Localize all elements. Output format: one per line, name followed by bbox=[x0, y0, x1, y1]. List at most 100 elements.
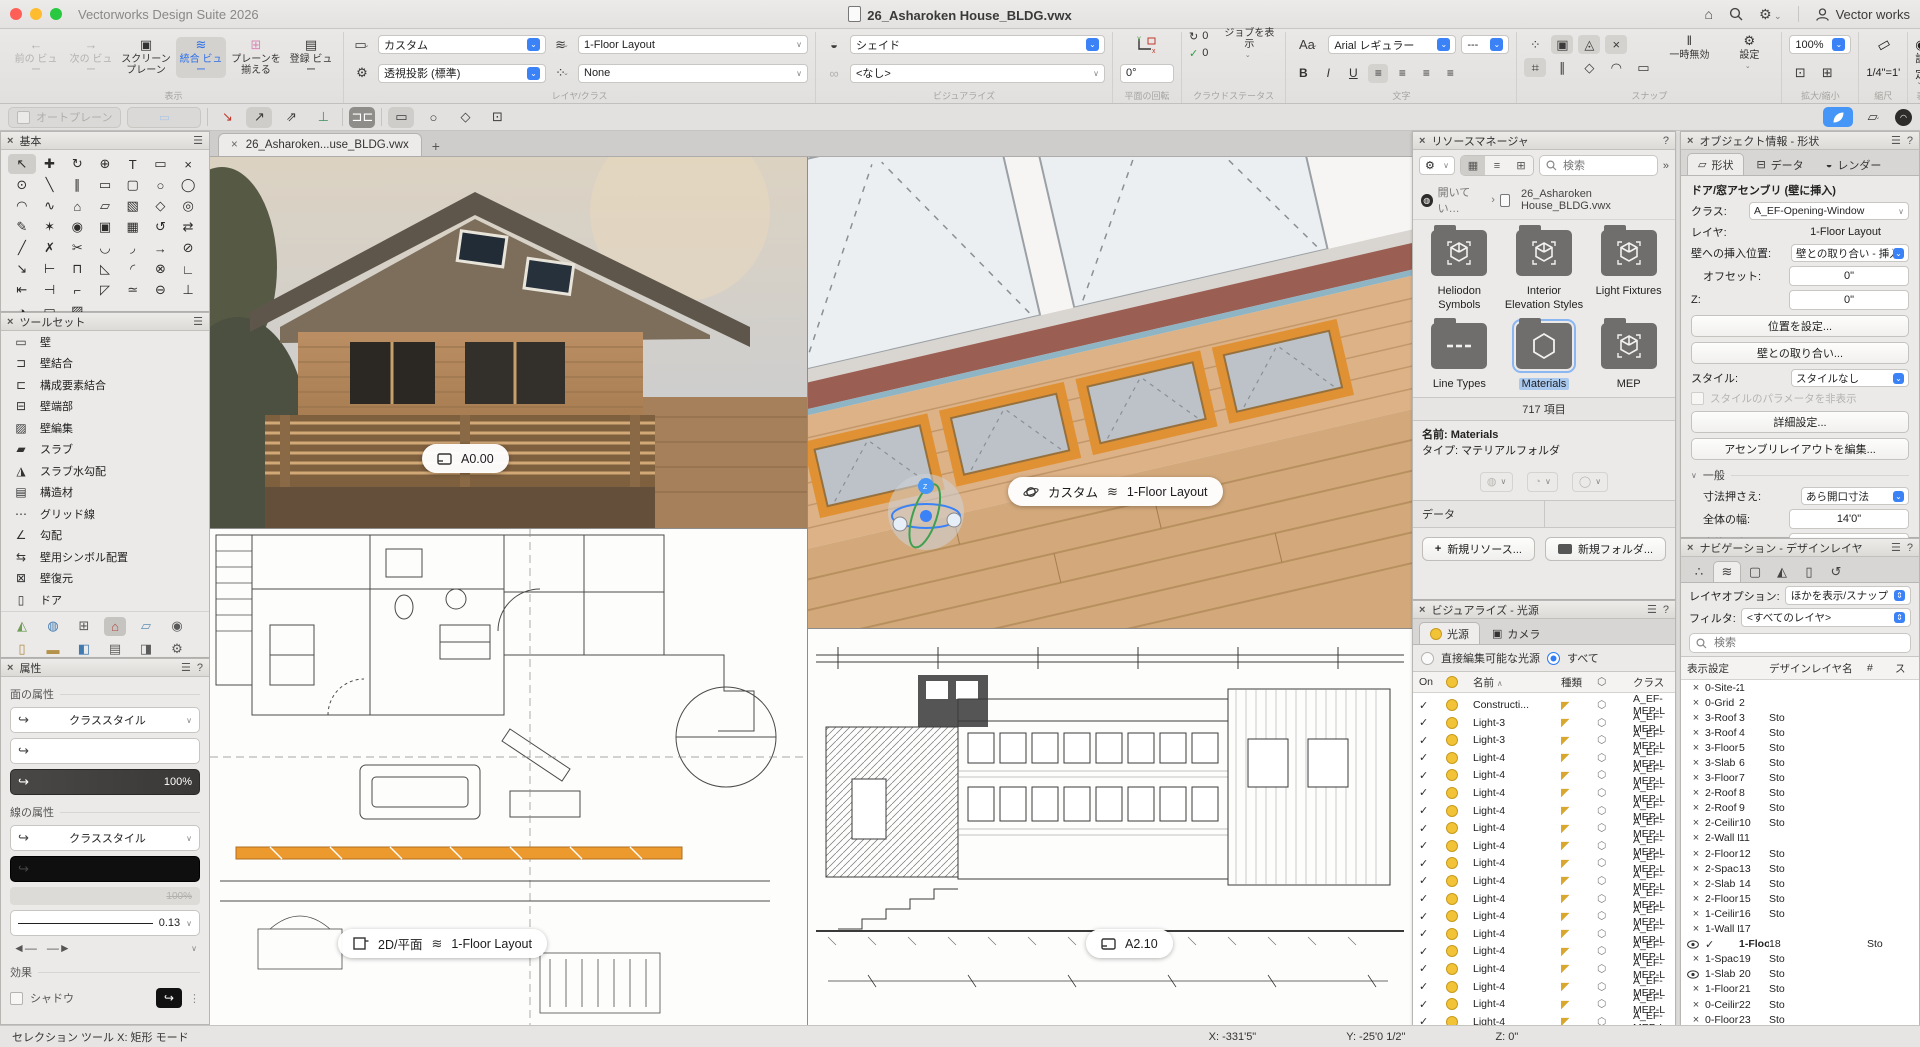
tab-camera[interactable]: ▣カメラ bbox=[1482, 623, 1550, 644]
layer-row[interactable]: × ✓ 1-Floor Layout 18 Sto bbox=[1681, 937, 1919, 952]
snap-mode-icon[interactable]: ▭ bbox=[1632, 58, 1654, 77]
visible-eye-icon[interactable] bbox=[1687, 940, 1705, 949]
light-row[interactable]: ✓ Constructi... ◤ ⬡ A_EF-MEP-L bbox=[1413, 693, 1675, 711]
toolset-category-icon[interactable]: ▱ bbox=[135, 617, 157, 636]
resource-manager-header[interactable]: × リソースマネージャ ? bbox=[1413, 132, 1675, 150]
line-style-dropdown[interactable]: ---⌄ bbox=[1461, 35, 1509, 54]
menu-icon[interactable]: ☰ bbox=[1647, 603, 1657, 616]
tool-icon[interactable]: ◉ bbox=[63, 217, 91, 237]
layer-row[interactable]: × ✓ 2-Roof Structure 9 Sto bbox=[1681, 801, 1919, 816]
tool-icon[interactable]: → bbox=[147, 238, 175, 258]
toolset-category-icon[interactable]: ◧ bbox=[73, 640, 95, 659]
tab-shape[interactable]: ▱形状 bbox=[1687, 153, 1744, 175]
tool-icon[interactable]: ⊗ bbox=[147, 259, 175, 279]
viewport-caption-plan[interactable]: 2D/平面 ≋ 1-Floor Layout bbox=[338, 929, 547, 958]
tool-icon[interactable]: ≃ bbox=[119, 280, 147, 300]
layer-row[interactable]: × ✓ 1-Ceiling 16 Sto bbox=[1681, 906, 1919, 921]
fill-color-swatch[interactable]: ↪ bbox=[10, 738, 200, 764]
layer-row[interactable]: × ✓ 1-Slab 20 Sto bbox=[1681, 967, 1919, 982]
rectangle-selection-icon[interactable]: ▭ bbox=[388, 107, 414, 128]
tool-icon[interactable]: ⌐ bbox=[63, 280, 91, 300]
light-row[interactable]: ✓ Light-3 ◤ ⬡ A_EF-MEP-L bbox=[1413, 728, 1675, 746]
close-icon[interactable]: × bbox=[7, 316, 13, 328]
home-icon[interactable]: ⌂ bbox=[1705, 6, 1713, 22]
tool-icon[interactable]: ✎ bbox=[8, 217, 36, 237]
light-row[interactable]: ✓ Light-4 ◤ ⬡ A_EF-MEP-L bbox=[1413, 939, 1675, 957]
light-on-check[interactable]: ✓ bbox=[1419, 716, 1446, 729]
light-row[interactable]: ✓ Light-3 ◤ ⬡ A_EF-MEP-L bbox=[1413, 711, 1675, 729]
tool-icon[interactable]: ◞ bbox=[119, 238, 147, 258]
snap-mode-icon[interactable]: ∥ bbox=[1551, 58, 1573, 77]
layer-row[interactable]: × ✓ 3-Floor Layout 5 Sto bbox=[1681, 740, 1919, 755]
snap-settings-button[interactable]: ⚙設定⌄ bbox=[1724, 33, 1774, 79]
close-window-button[interactable] bbox=[10, 8, 22, 20]
col-layer-name[interactable]: デザインレイヤ名 bbox=[1769, 661, 1867, 676]
marker-start-icon[interactable]: ◄— bbox=[13, 941, 37, 955]
tool-icon[interactable]: ↘ bbox=[8, 259, 36, 279]
layer-search-input[interactable] bbox=[1712, 636, 1904, 650]
resource-folder[interactable]: Interior Elevation Styles bbox=[1502, 230, 1587, 313]
breadcrumb-root[interactable]: 開いてい… bbox=[1438, 184, 1487, 216]
navigation-tab-icon[interactable]: ↺ bbox=[1823, 562, 1849, 582]
underline-button[interactable]: U bbox=[1343, 64, 1363, 83]
col-number[interactable]: # bbox=[1867, 662, 1895, 674]
quick-render-button[interactable] bbox=[1823, 107, 1853, 127]
navigation-header[interactable]: × ナビゲーション - デザインレイヤ ☰ ? bbox=[1681, 539, 1919, 557]
toolset-category-icon[interactable]: ▬ bbox=[42, 640, 64, 659]
tool-icon[interactable]: ◠ bbox=[8, 196, 36, 216]
scale-ruler-icon[interactable]: ▭ bbox=[1873, 34, 1893, 55]
menu-icon[interactable]: ☰ bbox=[193, 315, 203, 328]
filter-dropdown[interactable]: <すべてのレイヤ>⇕ bbox=[1741, 608, 1911, 627]
toolset-item[interactable]: ⊏ 構成要素結合 bbox=[1, 374, 209, 396]
toolset-item[interactable]: ⊠ 壁復元 bbox=[1, 568, 209, 590]
toolset-item[interactable]: ▰ スラブ bbox=[1, 439, 209, 461]
menu-icon[interactable]: ☰ bbox=[1891, 541, 1901, 554]
light-row[interactable]: ✓ Light-4 ◤ ⬡ A_EF-MEP-L bbox=[1413, 799, 1675, 817]
tool-icon[interactable]: ⇄ bbox=[174, 217, 202, 237]
layer-search[interactable] bbox=[1689, 633, 1911, 653]
help-icon[interactable]: ? bbox=[1907, 135, 1913, 147]
search-icon[interactable] bbox=[1729, 7, 1743, 21]
layer-row[interactable]: × ✓ 0-Ceiling 22 Sto bbox=[1681, 997, 1919, 1012]
hidden-x-icon[interactable]: × bbox=[1687, 1014, 1705, 1026]
viewport-2d-plan[interactable]: 2D/平面 ≋ 1-Floor Layout bbox=[210, 528, 807, 1026]
layer-row[interactable]: × ✓ 2-Slab 14 Sto bbox=[1681, 876, 1919, 891]
light-row[interactable]: ✓ Light-4 ◤ ⬡ A_EF-MEP-L bbox=[1413, 851, 1675, 869]
tool-icon[interactable]: ◯ bbox=[174, 175, 202, 195]
tool-icon[interactable]: ⊣ bbox=[36, 280, 64, 300]
tool-icon[interactable]: ◇ bbox=[147, 196, 175, 216]
hidden-x-icon[interactable]: × bbox=[1687, 923, 1705, 935]
overall-width-field[interactable]: 14'0" bbox=[1789, 509, 1909, 529]
menu-icon[interactable]: ☰ bbox=[1891, 134, 1901, 147]
radio-all-lights[interactable] bbox=[1547, 652, 1560, 665]
toolset-item[interactable]: ⊟ 壁端部 bbox=[1, 396, 209, 418]
checkbox-icon[interactable] bbox=[1691, 392, 1704, 405]
resource-folder[interactable]: Materials bbox=[1502, 323, 1587, 391]
plane-mode-dropdown[interactable]: ▭ bbox=[127, 107, 201, 128]
line-color-swatch[interactable]: ↪ bbox=[10, 856, 200, 882]
zoom-tool-icon[interactable]: ⊞ bbox=[1816, 64, 1838, 83]
tool-icon[interactable]: ▢ bbox=[119, 175, 147, 195]
plan-rotation-icon[interactable]: Yx bbox=[1136, 36, 1158, 54]
z-field[interactable]: 0" bbox=[1789, 290, 1909, 310]
align-plane-button[interactable]: ⊞プレーンを 揃える bbox=[231, 37, 281, 78]
close-icon[interactable]: × bbox=[1419, 604, 1425, 616]
hidden-x-icon[interactable]: × bbox=[1687, 772, 1705, 784]
data-tab[interactable]: データ bbox=[1413, 501, 1544, 527]
viewport-3d-render[interactable]: A0.00 bbox=[210, 157, 807, 528]
tool-icon[interactable]: × bbox=[174, 154, 202, 174]
tool-icon[interactable]: ▣ bbox=[91, 217, 119, 237]
visualize-panel-header[interactable]: × ビジュアライズ - 光源 ☰ ? bbox=[1413, 601, 1675, 619]
light-row[interactable]: ✓ Light-4 ◤ ⬡ A_EF-MEP-L bbox=[1413, 869, 1675, 887]
light-row[interactable]: ✓ Light-4 ◤ ⬡ A_EF-MEP-L bbox=[1413, 781, 1675, 799]
layer-row[interactable]: × ✓ 3-Roof 3 Sto bbox=[1681, 710, 1919, 725]
toolset-category-icon[interactable]: ◍ bbox=[42, 617, 64, 636]
toolset-item[interactable]: ◮ スラブ水勾配 bbox=[1, 460, 209, 482]
light-on-check[interactable]: ✓ bbox=[1419, 769, 1446, 782]
scale-value[interactable]: 1/4"=1' bbox=[1866, 67, 1900, 79]
resource-folder[interactable]: MEP bbox=[1586, 323, 1671, 391]
help-icon[interactable]: ? bbox=[197, 662, 203, 674]
fill-opacity-bar[interactable]: ↪100% bbox=[10, 769, 200, 795]
snap-mode-icon[interactable]: ⌗ bbox=[1524, 58, 1546, 77]
navigation-tab-icon[interactable]: ∴ bbox=[1686, 562, 1712, 582]
